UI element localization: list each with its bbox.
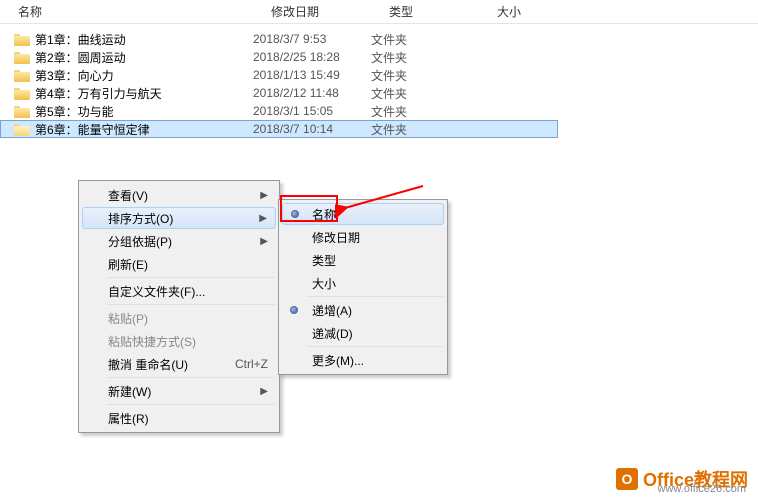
file-type: 文件夹 xyxy=(371,85,479,102)
chevron-right-icon: ▶ xyxy=(260,236,268,247)
folder-icon xyxy=(14,105,30,118)
file-name: 第2章：圆周运动 xyxy=(35,49,126,66)
sort-submenu: 名称 修改日期 类型 大小 递增(A) 递减(D) 更多(M)... xyxy=(278,199,448,375)
context-menu: 查看(V)▶ 排序方式(O)▶ 分组依据(P)▶ 刷新(E) 自定义文件夹(F)… xyxy=(78,180,280,433)
column-header-size[interactable]: 大小 xyxy=(479,3,758,20)
menu-paste: 粘贴(P) xyxy=(82,307,276,329)
menu-separator xyxy=(107,377,275,378)
file-type: 文件夹 xyxy=(371,49,479,66)
file-name: 第1章：曲线运动 xyxy=(35,31,126,48)
chevron-right-icon: ▶ xyxy=(260,190,268,201)
shortcut-label: Ctrl+Z xyxy=(235,357,268,371)
file-date: 2018/3/7 10:14 xyxy=(253,122,371,136)
chevron-right-icon: ▶ xyxy=(259,213,267,224)
file-name: 第6章：能量守恒定律 xyxy=(35,121,150,138)
column-header-name[interactable]: 名称 xyxy=(0,3,253,20)
file-date: 2018/1/13 15:49 xyxy=(253,68,371,82)
menu-separator xyxy=(307,296,443,297)
watermark-url: www.office26.com xyxy=(658,483,746,495)
menu-customize-folder[interactable]: 自定义文件夹(F)... xyxy=(82,280,276,302)
column-header-row: 名称 修改日期 类型 大小 xyxy=(0,0,758,24)
column-header-date[interactable]: 修改日期 xyxy=(253,3,371,20)
submenu-more[interactable]: 更多(M)... xyxy=(282,349,444,371)
file-date: 2018/2/12 11:48 xyxy=(253,86,371,100)
menu-refresh[interactable]: 刷新(E) xyxy=(82,253,276,275)
chevron-right-icon: ▶ xyxy=(260,386,268,397)
file-list: 第1章：曲线运动 2018/3/7 9:53 文件夹 第2章：圆周运动 2018… xyxy=(0,24,758,138)
list-item[interactable]: 第5章：功与能 2018/3/1 15:05 文件夹 xyxy=(0,102,758,120)
file-type: 文件夹 xyxy=(371,67,479,84)
file-date: 2018/2/25 18:28 xyxy=(253,50,371,64)
folder-icon xyxy=(14,69,30,82)
menu-separator xyxy=(107,404,275,405)
submenu-sort-name[interactable]: 名称 xyxy=(282,203,444,225)
office-logo-icon: O xyxy=(616,468,638,490)
list-item[interactable]: 第2章：圆周运动 2018/2/25 18:28 文件夹 xyxy=(0,48,758,66)
folder-icon xyxy=(14,87,30,100)
file-name: 第5章：功与能 xyxy=(35,103,114,120)
file-type: 文件夹 xyxy=(371,103,479,120)
submenu-sort-type[interactable]: 类型 xyxy=(282,249,444,271)
list-item[interactable]: 第1章：曲线运动 2018/3/7 9:53 文件夹 xyxy=(0,30,758,48)
folder-icon xyxy=(14,123,30,136)
submenu-descending[interactable]: 递减(D) xyxy=(282,322,444,344)
folder-icon xyxy=(14,33,30,46)
file-name: 第4章：万有引力与航天 xyxy=(35,85,162,102)
file-date: 2018/3/7 9:53 xyxy=(253,32,371,46)
file-name: 第3章：向心力 xyxy=(35,67,114,84)
folder-icon xyxy=(14,51,30,64)
submenu-ascending[interactable]: 递增(A) xyxy=(282,299,444,321)
menu-sort[interactable]: 排序方式(O)▶ xyxy=(82,207,276,229)
menu-new[interactable]: 新建(W)▶ xyxy=(82,380,276,402)
watermark: O Office教程网 www.office26.com xyxy=(616,466,748,492)
list-item[interactable]: 第3章：向心力 2018/1/13 15:49 文件夹 xyxy=(0,66,758,84)
list-item-selected[interactable]: 第6章：能量守恒定律 2018/3/7 10:14 文件夹 xyxy=(0,120,558,138)
menu-view[interactable]: 查看(V)▶ xyxy=(82,184,276,206)
list-item[interactable]: 第4章：万有引力与航天 2018/2/12 11:48 文件夹 xyxy=(0,84,758,102)
menu-separator xyxy=(107,277,275,278)
menu-properties[interactable]: 属性(R) xyxy=(82,407,276,429)
submenu-sort-size[interactable]: 大小 xyxy=(282,272,444,294)
menu-undo-rename[interactable]: 撤消 重命名(U)Ctrl+Z xyxy=(82,353,276,375)
file-date: 2018/3/1 15:05 xyxy=(253,104,371,118)
menu-separator xyxy=(107,304,275,305)
menu-group[interactable]: 分组依据(P)▶ xyxy=(82,230,276,252)
column-header-type[interactable]: 类型 xyxy=(371,3,479,20)
radio-selected-icon xyxy=(290,306,298,314)
menu-paste-shortcut: 粘贴快捷方式(S) xyxy=(82,330,276,352)
submenu-sort-date[interactable]: 修改日期 xyxy=(282,226,444,248)
menu-separator xyxy=(307,346,443,347)
file-type: 文件夹 xyxy=(371,121,479,138)
radio-selected-icon xyxy=(291,210,299,218)
file-type: 文件夹 xyxy=(371,31,479,48)
